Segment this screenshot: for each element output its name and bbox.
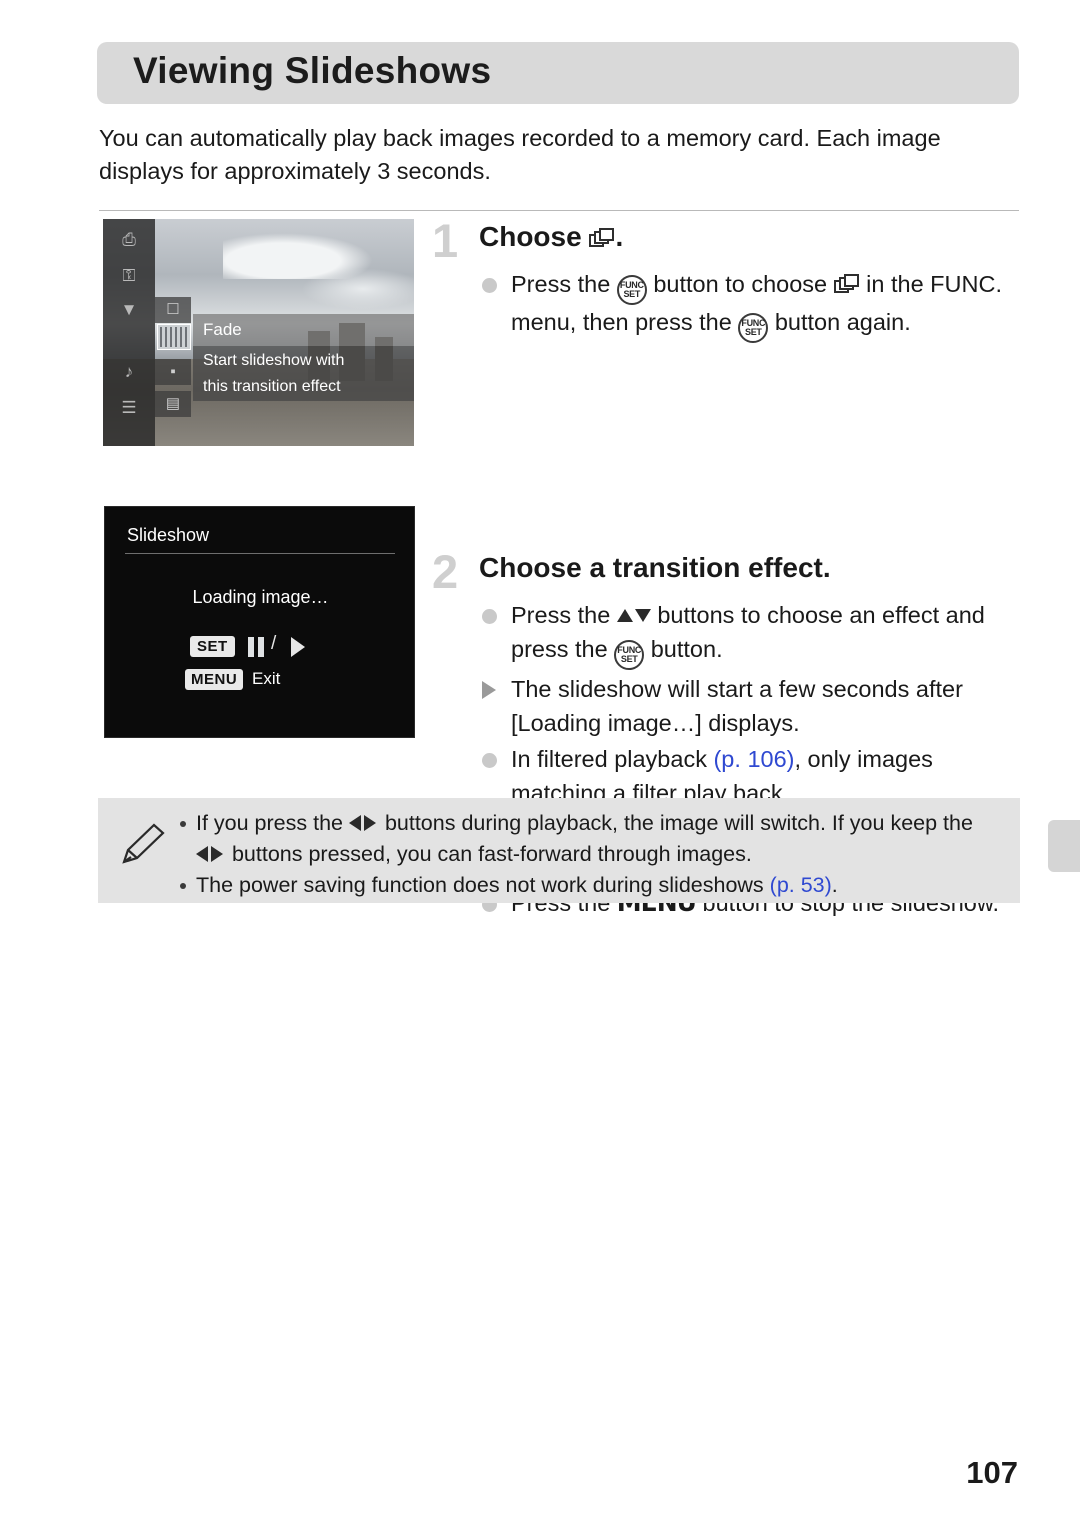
note-item: The power saving function does not work … <box>178 870 1008 901</box>
step-1-number: 1 <box>432 214 459 267</box>
step-2-number: 2 <box>432 545 459 598</box>
page-reference-link[interactable]: (p. 106) <box>713 746 794 772</box>
triangle-marker-icon <box>482 681 496 699</box>
note-bullet-icon <box>180 883 186 889</box>
bullet-text-part: In filtered playback <box>511 746 714 772</box>
func-set-button-icon: FUNCSET <box>738 313 769 343</box>
note-text-part: If you press the <box>196 811 349 835</box>
step-1-bullets: Press the FUNC SET button to choose in th… <box>479 267 1024 345</box>
note-bullet-icon <box>180 821 186 827</box>
func-menu-selected-label: Fade <box>193 314 414 346</box>
note-text-part: buttons during playback, the image will … <box>378 811 973 835</box>
bullet-item: Press the FUNC SET button to choose in th… <box>479 267 1024 343</box>
bullet-text-part: Press the <box>511 602 617 628</box>
step-2: 2 Choose a transition effect. Press the … <box>432 390 1024 917</box>
pencil-icon <box>118 820 168 868</box>
note-box: If you press the buttons during playback… <box>98 798 1020 903</box>
note-text-part: buttons pressed, you can fast-forward th… <box>226 842 752 866</box>
step-1-heading: Choose . <box>479 221 623 253</box>
exit-label: Exit <box>252 669 281 688</box>
intro-paragraph: You can automatically play back images r… <box>99 125 941 184</box>
note-text-part: The power saving function does not work … <box>196 873 770 897</box>
bullet-text-part: The slideshow will start a few seconds a… <box>511 676 963 736</box>
bullet-dot-icon <box>482 609 497 624</box>
sound-icon: ♪ <box>124 362 134 381</box>
left-right-buttons-icon <box>348 813 379 833</box>
slideshow-icon <box>157 324 191 350</box>
bullet-dot-icon <box>482 753 497 768</box>
bullet-text-part: button. <box>644 636 723 662</box>
bullet-text-part: button to choose <box>646 271 834 297</box>
note-item: If you press the buttons during playback… <box>178 808 1008 870</box>
func-menu-help: Start slideshow with this transition eff… <box>193 346 414 401</box>
instruction-steps: 1 Choose . Press the FUNC SET button to c… <box>432 215 1024 917</box>
bullet-text-part: Press the <box>511 271 617 297</box>
step-2-heading: Choose a transition effect. <box>479 552 831 583</box>
page-side-tab <box>1048 820 1080 872</box>
slideshow-icon <box>589 228 615 252</box>
note-items: If you press the buttons during playback… <box>178 808 1008 901</box>
pause-icon <box>248 637 264 657</box>
step-1-heading-text: Choose <box>479 221 582 252</box>
set-button-badge: SET <box>190 636 235 657</box>
func-set-button-icon: FUNCSET <box>614 640 645 670</box>
slideshow-title-underline <box>125 553 395 554</box>
menu-button-badge: MENU <box>185 669 244 690</box>
slideshow-screen-title: Slideshow <box>127 525 210 545</box>
bullet-text-part: button again. <box>768 309 911 335</box>
separator-label: / <box>271 633 277 654</box>
step-1-heading-suffix: . <box>615 221 624 252</box>
func-set-button-icon: FUNCSET <box>616 275 647 305</box>
print-icon: ⎙ <box>122 230 136 249</box>
tag-icon: ▪ <box>155 359 191 385</box>
camera-screenshot-slideshow: Slideshow Loading image… SET / MENU Exit <box>104 506 415 738</box>
help-line-2: this transition effect <box>203 378 341 395</box>
up-down-buttons-icon <box>616 606 651 626</box>
loading-text: Loading image… <box>192 587 329 607</box>
filmstrip-icon: ▤ <box>155 391 191 417</box>
list-icon: ☰ <box>121 398 137 417</box>
slideshow-menu-icon <box>113 324 145 350</box>
bullet-dot-icon <box>482 278 497 293</box>
protect-icon: ⚿ <box>122 266 136 285</box>
bullet-item: Press the buttons to choose an effect an… <box>479 598 1024 670</box>
erase-icon: ☐ <box>155 297 191 323</box>
page-title: Viewing Slideshows <box>133 50 492 91</box>
favorites-icon: ▼ <box>120 300 138 319</box>
page-title-bar: Viewing Slideshows <box>97 42 1019 104</box>
slideshow-icon <box>833 274 860 298</box>
note-text-part: . <box>831 873 838 897</box>
left-right-buttons-icon <box>196 844 226 864</box>
photo-cloud <box>303 269 414 309</box>
page-number: 107 <box>966 1455 1018 1490</box>
camera-screenshot-func-menu: ⎙ ⚿ ▼ ♪ ☰ ☐ ▪ ▤ Fade Start slideshow wit… <box>103 219 414 446</box>
page-reference-link[interactable]: (p. 53) <box>770 873 832 897</box>
play-icon <box>291 637 305 657</box>
bullet-item: The slideshow will start a few seconds a… <box>479 672 1024 740</box>
step-1: 1 Choose . Press the FUNC SET button to c… <box>432 215 1022 390</box>
help-line-1: Start slideshow with <box>203 352 345 369</box>
section-divider <box>99 210 1019 211</box>
